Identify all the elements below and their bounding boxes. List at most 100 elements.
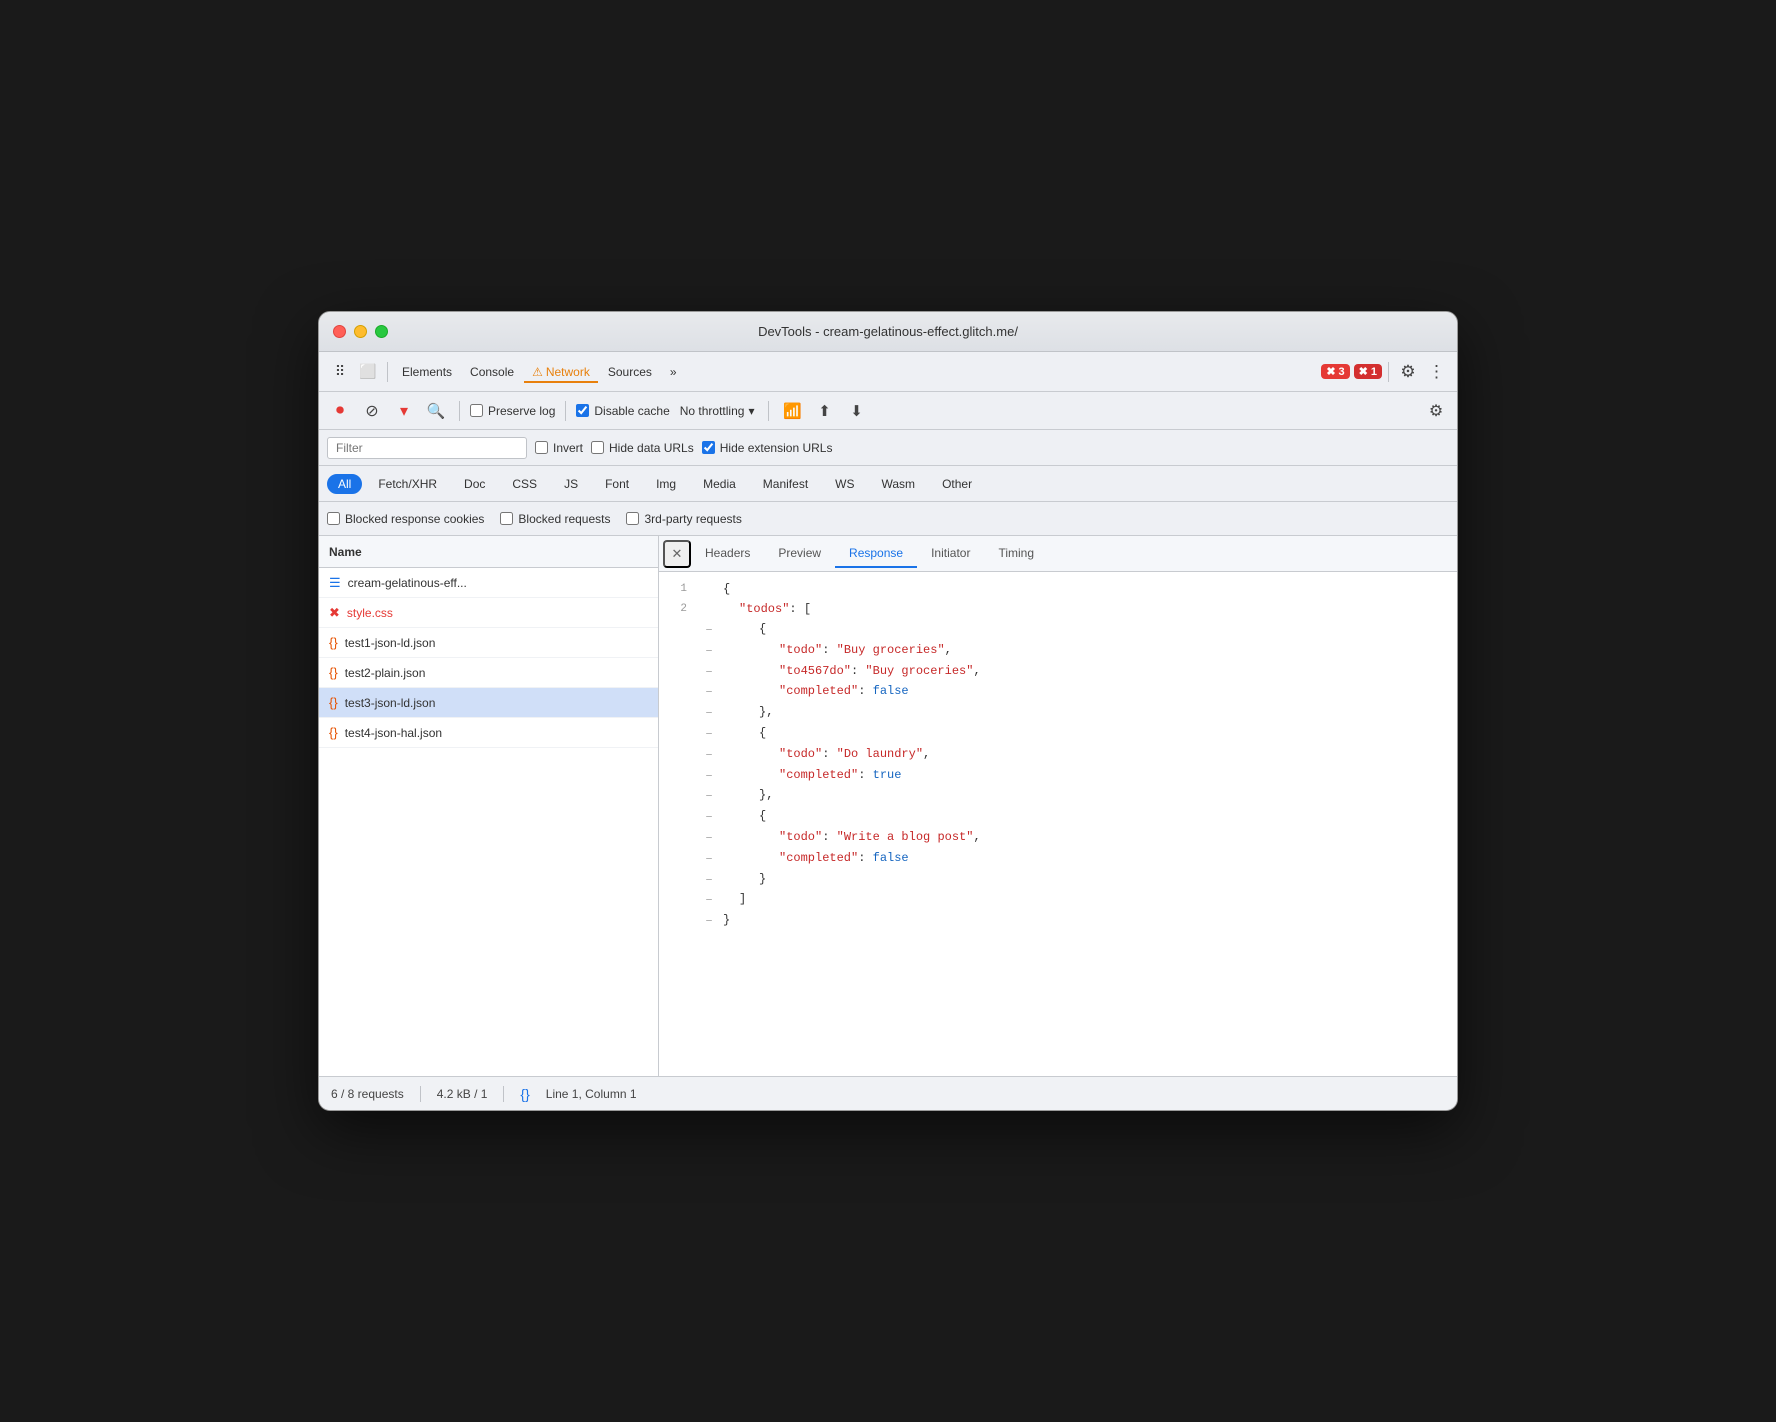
line-dash-12[interactable]: – bbox=[699, 807, 719, 828]
disable-cache-label[interactable]: Disable cache bbox=[576, 404, 669, 418]
tab-sources[interactable]: Sources bbox=[600, 361, 660, 383]
line-dash-13[interactable]: – bbox=[699, 828, 719, 849]
type-filter-css[interactable]: CSS bbox=[501, 474, 548, 494]
disable-cache-checkbox[interactable] bbox=[576, 404, 589, 417]
code-line-11: – }, bbox=[659, 786, 1457, 807]
main-toolbar: ⠿ ⬜ Elements Console ⚠ Network Sources »… bbox=[319, 352, 1457, 392]
line-dash-8[interactable]: – bbox=[699, 724, 719, 745]
tab-network[interactable]: ⚠ Network bbox=[524, 361, 598, 383]
file-item-test4[interactable]: {} test4-json-hal.json bbox=[319, 718, 658, 748]
third-party-checkbox[interactable] bbox=[626, 512, 639, 525]
line-num-13 bbox=[659, 828, 699, 829]
tab-timing[interactable]: Timing bbox=[984, 540, 1048, 568]
device-toggle-icon[interactable]: ⬜ bbox=[355, 359, 381, 385]
line-content-13: "todo": "Write a blog post", bbox=[719, 828, 1457, 847]
line-dash-11[interactable]: – bbox=[699, 786, 719, 807]
tab-initiator[interactable]: Initiator bbox=[917, 540, 984, 568]
filter-input[interactable] bbox=[327, 437, 527, 459]
invert-checkbox[interactable] bbox=[535, 441, 548, 454]
blocked-requests-label[interactable]: Blocked requests bbox=[500, 512, 610, 526]
type-filter-img[interactable]: Img bbox=[645, 474, 687, 494]
type-filter-doc[interactable]: Doc bbox=[453, 474, 496, 494]
disable-cache-text: Disable cache bbox=[594, 404, 669, 418]
clear-button[interactable]: ⊘ bbox=[359, 398, 385, 424]
type-filter-other[interactable]: Other bbox=[931, 474, 983, 494]
tab-elements[interactable]: Elements bbox=[394, 361, 460, 383]
download-icon[interactable]: ⬇ bbox=[843, 398, 869, 424]
cursor-icon[interactable]: ⠿ bbox=[327, 359, 353, 385]
network-settings-icon[interactable]: ⚙ bbox=[1423, 398, 1449, 424]
line-dash-6[interactable]: – bbox=[699, 682, 719, 703]
search-button[interactable]: 🔍 bbox=[423, 398, 449, 424]
kebab-menu-icon[interactable]: ⋮ bbox=[1423, 359, 1449, 385]
file-item-cream[interactable]: ☰ cream-gelatinous-eff... bbox=[319, 568, 658, 598]
close-button[interactable] bbox=[333, 325, 346, 338]
line-dash-9[interactable]: – bbox=[699, 745, 719, 766]
line-content-2: "todos": [ bbox=[719, 600, 1457, 619]
line-dash-14[interactable]: – bbox=[699, 849, 719, 870]
line-dash-15[interactable]: – bbox=[699, 870, 719, 891]
preserve-log-label[interactable]: Preserve log bbox=[470, 404, 555, 418]
preserve-log-checkbox[interactable] bbox=[470, 404, 483, 417]
type-filter-media[interactable]: Media bbox=[692, 474, 747, 494]
upload-icon[interactable]: ⬆ bbox=[811, 398, 837, 424]
line-num-3 bbox=[659, 620, 699, 621]
tab-headers[interactable]: Headers bbox=[691, 540, 764, 568]
hide-data-urls-label[interactable]: Hide data URLs bbox=[591, 441, 694, 455]
file-item-test1[interactable]: {} test1-json-ld.json bbox=[319, 628, 658, 658]
close-panel-button[interactable]: ✕ bbox=[663, 540, 691, 568]
line-content-12: { bbox=[719, 807, 1457, 826]
blocked-cookies-checkbox[interactable] bbox=[327, 512, 340, 525]
line-num-5 bbox=[659, 662, 699, 663]
more-tabs-button[interactable]: » bbox=[662, 361, 685, 383]
code-line-5: – "to4567do": "Buy groceries", bbox=[659, 662, 1457, 683]
hide-data-urls-checkbox[interactable] bbox=[591, 441, 604, 454]
minimize-button[interactable] bbox=[354, 325, 367, 338]
type-filter-font[interactable]: Font bbox=[594, 474, 640, 494]
maximize-button[interactable] bbox=[375, 325, 388, 338]
sep4 bbox=[565, 401, 566, 421]
blocked-requests-checkbox[interactable] bbox=[500, 512, 513, 525]
type-filter-manifest[interactable]: Manifest bbox=[752, 474, 819, 494]
file-item-test2[interactable]: {} test2-plain.json bbox=[319, 658, 658, 688]
line-num-2: 2 bbox=[659, 600, 699, 619]
tab-response[interactable]: Response bbox=[835, 540, 917, 568]
traffic-lights bbox=[333, 325, 388, 338]
code-line-12: – { bbox=[659, 807, 1457, 828]
line-dash-3[interactable]: – bbox=[699, 620, 719, 641]
type-filter-ws[interactable]: WS bbox=[824, 474, 865, 494]
filter-button[interactable]: ▾ bbox=[391, 398, 417, 424]
line-dash-7[interactable]: – bbox=[699, 703, 719, 724]
settings-icon[interactable]: ⚙ bbox=[1395, 359, 1421, 385]
line-content-4: "todo": "Buy groceries", bbox=[719, 641, 1457, 660]
type-filter-fetch-xhr[interactable]: Fetch/XHR bbox=[367, 474, 448, 494]
hide-extension-urls-checkbox[interactable] bbox=[702, 441, 715, 454]
line-num-1: 1 bbox=[659, 580, 699, 599]
transfer-size: 4.2 kB / 1 bbox=[437, 1087, 488, 1101]
type-filter-wasm[interactable]: Wasm bbox=[871, 474, 927, 494]
type-filter-all[interactable]: All bbox=[327, 474, 362, 494]
line-num-10 bbox=[659, 766, 699, 767]
tab-console[interactable]: Console bbox=[462, 361, 522, 383]
file-item-style[interactable]: ✖ style.css bbox=[319, 598, 658, 628]
third-party-label[interactable]: 3rd-party requests bbox=[626, 512, 741, 526]
code-line-10: – "completed": true bbox=[659, 766, 1457, 787]
line-dash-16[interactable]: – bbox=[699, 890, 719, 911]
line-dash-10[interactable]: – bbox=[699, 766, 719, 787]
throttle-selector[interactable]: No throttling ▾ bbox=[676, 401, 759, 421]
wifi-icon[interactable]: 📶 bbox=[779, 398, 805, 424]
blocked-cookies-label[interactable]: Blocked response cookies bbox=[327, 512, 484, 526]
hide-extension-urls-label[interactable]: Hide extension URLs bbox=[702, 441, 833, 455]
line-dash-17[interactable]: – bbox=[699, 911, 719, 932]
file-item-test3[interactable]: {} test3-json-ld.json bbox=[319, 688, 658, 718]
stop-recording-button[interactable]: ⏺ bbox=[327, 398, 353, 424]
line-dash-4[interactable]: – bbox=[699, 641, 719, 662]
line-dash-5[interactable]: – bbox=[699, 662, 719, 683]
error-x-icon: ✖ bbox=[1326, 365, 1335, 378]
invert-label[interactable]: Invert bbox=[535, 441, 583, 455]
status-sep1 bbox=[420, 1086, 421, 1102]
invert-text: Invert bbox=[553, 441, 583, 455]
type-filter-js[interactable]: JS bbox=[553, 474, 589, 494]
tab-preview[interactable]: Preview bbox=[764, 540, 835, 568]
json-format-icon[interactable]: {} bbox=[520, 1086, 529, 1102]
